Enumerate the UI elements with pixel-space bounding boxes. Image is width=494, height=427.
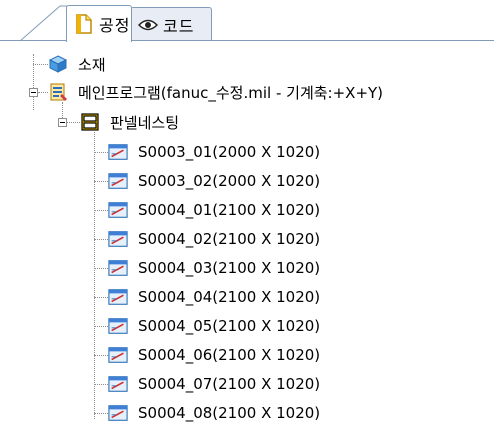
sheet-icon <box>108 171 128 191</box>
tree-line <box>94 355 108 356</box>
tree-line <box>94 210 108 211</box>
document-icon <box>73 13 95 35</box>
tree-item-sheet[interactable]: S0004_06(2100 X 1020) <box>108 341 320 369</box>
tree-line <box>94 181 108 182</box>
tree-item-label: S0004_03(2100 X 1020) <box>138 259 321 277</box>
tree-line <box>66 122 80 123</box>
tree-item-sheet[interactable]: S0004_03(2100 X 1020) <box>108 254 320 282</box>
tree-item-material[interactable]: 소재 <box>48 50 106 78</box>
tab-code-label: 코드 <box>163 16 195 36</box>
tab-code[interactable]: 코드 <box>130 7 212 41</box>
tree-line <box>94 413 108 414</box>
tree-line <box>94 326 108 327</box>
tree-line <box>94 297 108 298</box>
tree-item-sheet[interactable]: S0003_01(2000 X 1020) <box>108 138 320 166</box>
sheet-icon <box>108 200 128 220</box>
tree-line <box>94 384 108 385</box>
tree-item-sheet[interactable]: S0004_01(2100 X 1020) <box>108 196 320 224</box>
tab-process[interactable]: 공정 <box>66 5 132 42</box>
sheet-icon <box>108 316 128 336</box>
tree-item-label: 메인프로그램(fanuc_수정.mil - 기계축:+X+Y) <box>78 83 384 102</box>
tree-item-label: S0004_06(2100 X 1020) <box>138 346 321 364</box>
tree-item-label: S0003_01(2000 X 1020) <box>138 143 321 161</box>
tree-line <box>33 64 48 65</box>
tab-bar: 공정 코드 <box>0 0 494 44</box>
tree-item-label: S0004_01(2100 X 1020) <box>138 201 321 219</box>
eye-icon <box>137 14 159 36</box>
tree-item-label: S0004_07(2100 X 1020) <box>138 375 321 393</box>
tree-item-sheet[interactable]: S0004_08(2100 X 1020) <box>108 399 320 427</box>
tree-item-main-program[interactable]: 메인프로그램(fanuc_수정.mil - 기계축:+X+Y) <box>48 78 383 106</box>
sheet-icon <box>108 142 128 162</box>
nesting-collapse-toggle[interactable] <box>58 118 67 127</box>
panel-icon <box>80 112 100 132</box>
tree-item-label: S0004_04(2100 X 1020) <box>138 288 321 306</box>
tree-line <box>94 239 108 240</box>
sheet-icon <box>108 229 128 249</box>
tree-line <box>33 54 34 110</box>
tree-item-sheet[interactable]: S0004_04(2100 X 1020) <box>108 283 320 311</box>
tree-item-sheet[interactable]: S0003_02(2000 X 1020) <box>108 167 320 195</box>
tab-process-label: 공정 <box>99 16 131 35</box>
program-collapse-toggle[interactable] <box>29 88 38 97</box>
tree-item-sheet[interactable]: S0004_02(2100 X 1020) <box>108 225 320 253</box>
tree-item-label: S0004_02(2100 X 1020) <box>138 230 321 248</box>
tree-item-label: S0004_05(2100 X 1020) <box>138 317 321 335</box>
sheet-icon <box>108 403 128 423</box>
tree-item-panel-nesting[interactable]: 판넬네스팅 <box>80 108 179 136</box>
tree-item-label: S0004_08(2100 X 1020) <box>138 404 321 422</box>
sheet-icon <box>108 258 128 278</box>
tree-item-sheet[interactable]: S0004_05(2100 X 1020) <box>108 312 320 340</box>
tree-item-label: 소재 <box>78 55 106 74</box>
cube-icon <box>48 54 68 74</box>
tree-line <box>94 268 108 269</box>
sheet-icon <box>108 345 128 365</box>
tab-decoration <box>20 5 72 42</box>
tree-item-label: S0003_02(2000 X 1020) <box>138 172 321 190</box>
sheet-icon <box>108 374 128 394</box>
tree-item-sheet[interactable]: S0004_07(2100 X 1020) <box>108 370 320 398</box>
tree-item-label: 판넬네스팅 <box>110 113 180 132</box>
sheet-icon <box>108 287 128 307</box>
program-icon <box>48 82 68 102</box>
tree-line <box>94 132 95 419</box>
tree-line <box>38 92 48 93</box>
tree-line <box>94 152 108 153</box>
